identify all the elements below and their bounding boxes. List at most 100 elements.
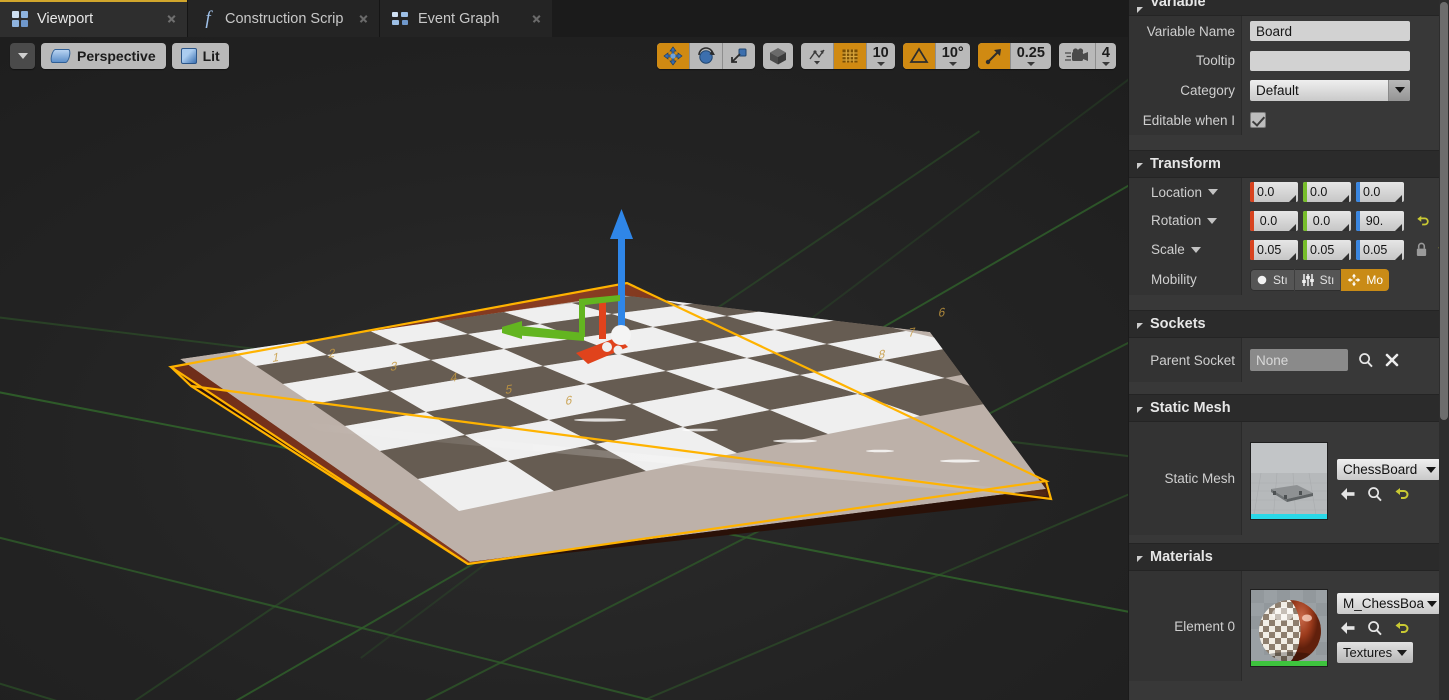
variable-name-input[interactable]: Board [1250, 21, 1410, 41]
rotation-options-caret[interactable] [1207, 218, 1217, 224]
chevron-down-icon [18, 53, 28, 59]
scale-options-caret[interactable] [1191, 247, 1201, 253]
rotate-mode-button[interactable] [690, 43, 722, 69]
view-mode-label: Perspective [77, 48, 156, 64]
revert-arrow-icon[interactable] [1394, 620, 1410, 636]
arrow-left-icon[interactable] [1340, 486, 1356, 502]
material-thumbnail[interactable] [1250, 589, 1328, 667]
section-static-mesh[interactable]: Static Mesh [1129, 394, 1449, 422]
material-sphere-thumbnail [1251, 590, 1328, 667]
mobility-movable-button[interactable]: Mo [1341, 269, 1389, 291]
tooltip-input[interactable] [1250, 51, 1410, 71]
spacer [1129, 382, 1449, 394]
camera-speed-value[interactable]: 4 [1096, 43, 1116, 69]
material-asset-dropdown[interactable]: M_ChessBoard [1337, 593, 1440, 614]
rotation-y-value: 0.0 [1307, 214, 1336, 228]
tab-viewport-close-icon[interactable] [166, 13, 177, 24]
unreal-blueprint-editor: Viewport f Construction Scrip Event Grap… [0, 0, 1449, 700]
parent-socket-label: Parent Socket [1129, 338, 1242, 382]
magnifier-icon[interactable] [1367, 620, 1383, 636]
tab-viewport[interactable]: Viewport [0, 0, 187, 37]
view-mode-button[interactable]: Perspective [41, 43, 166, 69]
row-editable-when-inherited: Editable when I [1129, 105, 1449, 135]
coordinate-system-button[interactable] [763, 43, 793, 69]
scale-x-input[interactable]: 0.05 [1250, 240, 1298, 260]
stationary-sliders-icon [1301, 273, 1315, 287]
static-mesh-asset-dropdown[interactable]: ChessBoard [1337, 459, 1440, 480]
rotation-reset-button[interactable] [1416, 214, 1430, 228]
angle-snap-icon [909, 46, 929, 66]
angle-snap-toggle[interactable] [903, 43, 935, 69]
viewport-options-button[interactable] [10, 43, 35, 69]
scale-y-input[interactable]: 0.05 [1303, 240, 1351, 260]
section-variable[interactable]: Variable [1129, 0, 1449, 16]
textures-dropdown-button[interactable]: Textures [1337, 642, 1413, 663]
collapse-triangle-icon [1137, 7, 1143, 13]
scale-lock-icon[interactable] [1415, 242, 1428, 257]
scale-snap-toggle[interactable] [978, 43, 1010, 69]
surface-snap-button[interactable] [801, 43, 833, 69]
location-y-input[interactable]: 0.0 [1303, 182, 1351, 202]
grid-snap-value[interactable]: 10 [867, 43, 895, 69]
translate-gizmo[interactable] [500, 207, 740, 387]
scale-mode-button[interactable] [723, 43, 755, 69]
section-sockets[interactable]: Sockets [1129, 310, 1449, 338]
location-z-input[interactable]: 0.0 [1356, 182, 1404, 202]
translate-mode-button[interactable] [657, 43, 689, 69]
scale-snap-icon [984, 46, 1004, 66]
tab-viewport-label: Viewport [37, 11, 157, 27]
category-dropdown[interactable]: Default [1250, 80, 1410, 101]
details-scrollbar-track[interactable] [1439, 0, 1449, 700]
shading-mode-button[interactable]: Lit [172, 43, 229, 69]
row-parent-socket: Parent Socket None [1129, 338, 1449, 382]
camera-speed-group: 4 [1059, 43, 1116, 69]
details-scrollbar-thumb[interactable] [1440, 2, 1448, 420]
chevron-down-icon [1027, 62, 1035, 66]
editable-when-inherited-label: Editable when I [1129, 105, 1242, 135]
angle-snap-value[interactable]: 10° [936, 43, 970, 69]
viewport-3d-canvas[interactable]: 1 2 3 4 5 6 8 7 6 [0, 37, 1128, 700]
chevron-down-icon [1102, 62, 1110, 66]
grid-snap-toggle[interactable] [834, 43, 866, 69]
rotation-label: Rotation [1151, 213, 1201, 228]
graph-nodes-icon [392, 12, 409, 26]
grid-snap-icon [840, 46, 860, 66]
location-options-caret[interactable] [1208, 189, 1218, 195]
chessboard-actor[interactable]: 1 2 3 4 5 6 8 7 6 [0, 37, 1128, 700]
mobility-movable-label: Mo [1366, 273, 1383, 287]
parent-socket-input[interactable]: None [1250, 349, 1348, 371]
static-mesh-thumbnail[interactable] [1250, 442, 1328, 520]
scale-snap-value[interactable]: 0.25 [1011, 43, 1051, 69]
magnifier-icon[interactable] [1367, 486, 1383, 502]
tab-construction-script[interactable]: f Construction Scrip [188, 0, 379, 37]
rotation-x-input[interactable]: 0.0 [1250, 211, 1298, 231]
rotation-z-input[interactable]: 90. [1356, 211, 1404, 231]
editable-when-inherited-checkbox[interactable] [1250, 112, 1266, 128]
camera-speed-button[interactable] [1059, 43, 1095, 69]
row-scale: Scale 0.05 0.05 [1129, 235, 1449, 264]
mobility-static-label: Stı [1273, 273, 1288, 287]
scale-z-input[interactable]: 0.05 [1356, 240, 1404, 260]
transform-mode-group [657, 43, 755, 69]
magnifier-icon[interactable] [1358, 352, 1374, 368]
row-mobility: Mobility Stı [1129, 264, 1449, 295]
revert-arrow-icon[interactable] [1394, 486, 1410, 502]
camera-speed-value-label: 4 [1102, 46, 1110, 61]
mobility-stationary-button[interactable]: Stı [1295, 269, 1342, 291]
thumbnail-type-bar [1251, 514, 1327, 519]
tab-construction-script-close-icon[interactable] [358, 13, 369, 24]
movable-arrows-icon [1347, 273, 1361, 287]
section-variable-title: Variable [1150, 0, 1206, 10]
section-materials[interactable]: Materials [1129, 543, 1449, 571]
section-transform[interactable]: Transform [1129, 150, 1449, 178]
tab-event-graph-close-icon[interactable] [531, 13, 542, 24]
x-clear-icon[interactable] [1384, 352, 1400, 368]
angle-snap-group: 10° [903, 43, 970, 69]
row-category: Category Default [1129, 75, 1449, 105]
arrow-left-icon[interactable] [1340, 620, 1356, 636]
location-z-value: 0.0 [1360, 185, 1389, 199]
location-x-input[interactable]: 0.0 [1250, 182, 1298, 202]
tab-event-graph[interactable]: Event Graph [380, 0, 552, 37]
rotation-y-input[interactable]: 0.0 [1303, 211, 1351, 231]
mobility-static-button[interactable]: Stı [1250, 269, 1295, 291]
